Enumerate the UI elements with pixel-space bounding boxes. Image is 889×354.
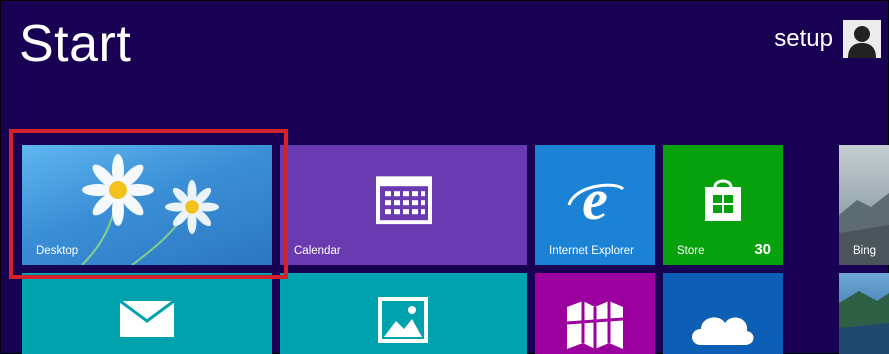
store-update-badge: 30	[754, 241, 771, 258]
svg-text:e: e	[582, 175, 608, 225]
tile-label: Bing	[853, 245, 877, 257]
tile-internet-explorer[interactable]: e Internet Explorer	[535, 145, 655, 265]
tile-label: Internet Explorer	[549, 245, 635, 257]
tile-desktop[interactable]: Desktop	[22, 145, 272, 265]
calendar-grid-icon	[375, 176, 432, 225]
store-bag-icon	[705, 179, 741, 221]
photos-icon	[378, 297, 428, 343]
user-silhouette-icon[interactable]	[843, 20, 881, 58]
tile-travel[interactable]	[839, 273, 889, 354]
tile-photos[interactable]	[280, 273, 527, 354]
tile-store[interactable]: Store 30	[663, 145, 783, 265]
travel-photo	[839, 291, 889, 354]
internet-explorer-icon: e	[567, 175, 625, 225]
user-name: setup	[774, 25, 833, 52]
skydrive-cloud-icon	[692, 317, 754, 345]
tile-skydrive[interactable]	[663, 273, 783, 354]
tile-bing[interactable]: Bing	[839, 145, 889, 265]
tile-label: Calendar	[294, 245, 341, 257]
tile-maps[interactable]	[535, 273, 655, 354]
page-title: Start	[19, 15, 132, 73]
mail-envelope-icon	[120, 301, 174, 337]
user-account[interactable]: setup	[774, 20, 881, 58]
maps-icon	[566, 301, 624, 349]
tile-mail[interactable]	[22, 273, 272, 354]
tile-label: Store	[677, 245, 705, 257]
tile-calendar[interactable]: Calendar	[280, 145, 527, 265]
tile-label: Desktop	[36, 245, 79, 257]
